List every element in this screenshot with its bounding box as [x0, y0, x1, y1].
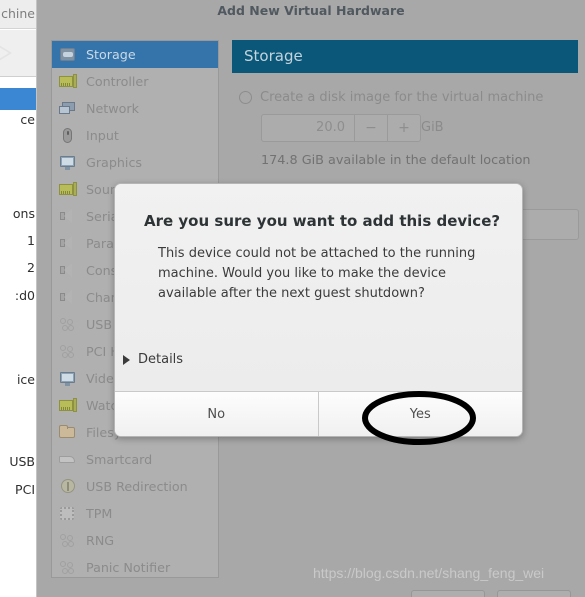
network-icon	[58, 100, 78, 118]
sidebar-item-label: Network	[86, 101, 139, 116]
section-banner: Storage	[232, 40, 578, 73]
sidebar-item-usb-redirection[interactable]: USB Redirection	[52, 473, 218, 500]
sidebar-item-label: Smartcard	[86, 452, 153, 467]
sidebar-item-tpm[interactable]: TPM	[52, 500, 218, 527]
monitor-icon	[58, 154, 78, 172]
storage-icon	[58, 46, 78, 64]
radio-circle-icon	[239, 91, 252, 104]
watermark-text: https://blog.csdn.net/shang_feng_wei	[313, 565, 545, 581]
background-row-text: :d0	[14, 288, 35, 303]
background-window-selected-row[interactable]	[0, 88, 37, 110]
sidebar-item-label: Storage	[86, 47, 136, 62]
sidebar-item-network[interactable]: Network	[52, 95, 218, 122]
details-disclosure[interactable]: Details	[119, 352, 183, 367]
background-row-text: 1	[27, 233, 35, 248]
gear-icon	[58, 532, 78, 550]
sidebar-item-label: Controller	[86, 74, 149, 89]
gear-icon	[58, 316, 78, 334]
confirm-dialog-title: Are you sure you want to add this device…	[144, 212, 501, 230]
background-window-toolbar	[0, 30, 37, 77]
play-arrow-inner-icon	[0, 44, 9, 62]
available-space-label: 174.8 GiB available in the default locat…	[261, 153, 531, 168]
disk-size-unit-label: GiB	[421, 120, 444, 135]
gear-icon	[58, 559, 78, 577]
watchdog-card-icon	[58, 397, 78, 415]
disk-size-increment-button[interactable]: +	[387, 115, 420, 141]
background-row-text: ice	[16, 372, 35, 387]
confirm-dialog: Are you sure you want to add this device…	[114, 183, 523, 437]
sidebar-item-label: Panic Notifier	[86, 560, 171, 575]
sidebar-item-input[interactable]: Input	[52, 122, 218, 149]
monitor-icon	[58, 370, 78, 388]
background-row-text: ce	[20, 112, 35, 127]
background-row-text: 2	[27, 260, 35, 275]
tpm-chip-icon	[58, 505, 78, 523]
disk-size-stepper[interactable]: 20.0 − +	[261, 114, 421, 142]
disk-size-decrement-button[interactable]: −	[354, 115, 387, 141]
sidebar-item-label: USB Redirection	[86, 479, 188, 494]
parallel-port-icon	[58, 235, 78, 253]
console-port-icon	[58, 262, 78, 280]
channel-port-icon	[58, 289, 78, 307]
background-row-text: USB	[9, 454, 35, 469]
yes-button[interactable]: Yes	[318, 392, 522, 436]
chevron-right-icon	[123, 354, 130, 365]
sidebar-item-graphics[interactable]: Graphics	[52, 149, 218, 176]
sidebar-item-panic-notifier[interactable]: Panic Notifier	[52, 554, 218, 577]
background-window-title: chine	[1, 6, 35, 21]
sidebar-item-storage[interactable]: Storage	[52, 41, 218, 68]
confirm-dialog-message: This device could not be attached to the…	[158, 246, 476, 301]
confirm-dialog-actions: No Yes	[115, 391, 522, 436]
sidebar-item-controller[interactable]: Controller	[52, 68, 218, 95]
background-row-text: PCI	[15, 482, 35, 497]
sidebar-item-label: Input	[86, 128, 119, 143]
section-title: Storage	[244, 47, 303, 65]
sidebar-item-label: Graphics	[86, 155, 143, 170]
screen: chine ce ons 1 2 :d0 ice USB PCI Add New…	[0, 0, 585, 597]
background-window: chine ce ons 1 2 :d0 ice USB PCI	[0, 0, 37, 597]
smartcard-icon	[58, 451, 78, 469]
controller-card-icon	[58, 73, 78, 91]
background-window-titlebar: chine	[0, 0, 37, 29]
usb-redirect-icon	[58, 478, 78, 496]
mouse-icon	[58, 127, 78, 145]
sidebar-item-label: TPM	[86, 506, 113, 521]
disk-size-input[interactable]: 20.0	[262, 115, 354, 141]
gear-icon	[58, 343, 78, 361]
confirm-dialog-body-area: Are you sure you want to add this device…	[115, 184, 522, 392]
no-button[interactable]: No	[115, 392, 319, 436]
create-disk-image-radio[interactable]: Create a disk image for the virtual mach…	[239, 90, 543, 105]
sound-card-icon	[58, 181, 78, 199]
sidebar-item-smartcard[interactable]: Smartcard	[52, 446, 218, 473]
details-label: Details	[138, 352, 184, 367]
create-disk-image-label: Create a disk image for the virtual mach…	[260, 90, 544, 105]
page-title: Add New Virtual Hardware	[217, 3, 405, 18]
footer-button-right[interactable]	[497, 590, 571, 597]
sidebar-item-rng[interactable]: RNG	[52, 527, 218, 554]
folder-icon	[58, 424, 78, 442]
serial-port-icon	[58, 208, 78, 226]
footer-button-left[interactable]	[411, 590, 485, 597]
background-row-text: ons	[12, 206, 35, 221]
sidebar-item-label: RNG	[86, 533, 115, 548]
